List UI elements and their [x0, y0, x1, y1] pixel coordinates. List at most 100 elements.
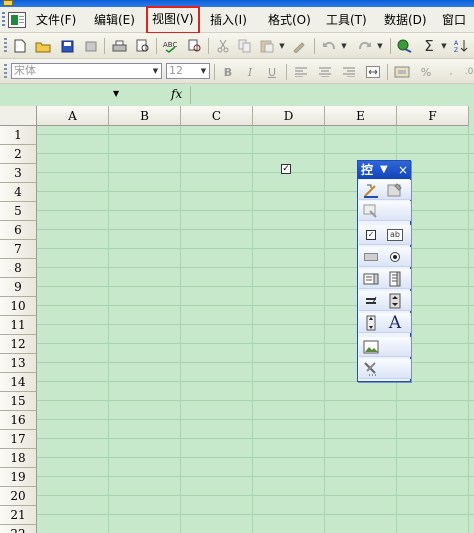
column-header-a[interactable]: A [37, 106, 109, 126]
insert-function-icon[interactable]: fx [171, 87, 182, 101]
column-header-d[interactable]: D [253, 106, 325, 126]
permission-icon[interactable] [82, 37, 100, 55]
menu-format[interactable]: 格式(O) [268, 11, 311, 29]
design-mode-icon[interactable] [362, 181, 380, 199]
font-size-combo[interactable]: 12 ▼ [166, 63, 210, 79]
row-header-1[interactable]: 1 [0, 126, 37, 145]
combo-box-control-icon[interactable] [386, 270, 404, 288]
row-header-17[interactable]: 17 [0, 430, 37, 449]
row-header-16[interactable]: 16 [0, 411, 37, 430]
format-painter-icon[interactable] [290, 37, 308, 55]
menu-insert[interactable]: 插入(I) [210, 11, 247, 29]
option-button-control-icon[interactable] [386, 248, 404, 266]
row-header-7[interactable]: 7 [0, 240, 37, 259]
print-icon[interactable] [110, 37, 128, 55]
properties-icon[interactable] [386, 181, 404, 199]
menu-grip-handle[interactable] [2, 12, 5, 28]
redo-dropdown-icon[interactable]: ▼ [376, 37, 384, 55]
view-code-icon[interactable] [362, 202, 380, 220]
row-header-3[interactable]: 3 [0, 164, 37, 183]
redo-icon[interactable] [356, 37, 374, 55]
align-right-icon[interactable] [340, 63, 358, 81]
save-disk-icon[interactable] [58, 37, 76, 55]
currency-format-icon[interactable] [393, 63, 411, 81]
underline-button[interactable]: U [263, 63, 281, 81]
italic-button[interactable]: I [241, 63, 259, 81]
row-header-22[interactable]: 22 [0, 525, 37, 533]
open-folder-icon[interactable] [34, 37, 52, 55]
row-header-14[interactable]: 14 [0, 373, 37, 392]
label-control-icon[interactable]: A [386, 313, 404, 333]
research-icon[interactable] [186, 37, 204, 55]
bold-button[interactable]: B [219, 63, 237, 81]
select-all-corner[interactable] [0, 106, 37, 126]
form-checkbox-d3[interactable]: ✓ [281, 164, 291, 174]
row-header-19[interactable]: 19 [0, 468, 37, 487]
copy-icon[interactable] [236, 37, 254, 55]
row-header-13[interactable]: 13 [0, 354, 37, 373]
command-button-control-icon[interactable] [362, 248, 380, 266]
autosum-dropdown-icon[interactable]: ▼ [440, 37, 448, 55]
menu-tools[interactable]: 工具(T) [326, 11, 367, 29]
controls-toolbar-titlebar[interactable]: 控 ▼ × [358, 161, 410, 179]
more-controls-icon[interactable] [362, 360, 380, 378]
chevron-down-icon[interactable]: ▼ [150, 64, 161, 78]
row-header-9[interactable]: 9 [0, 278, 37, 297]
hyperlink-globe-icon[interactable] [396, 37, 414, 55]
chevron-down-icon[interactable]: ▼ [113, 89, 119, 98]
align-left-icon[interactable] [292, 63, 310, 81]
checkbox-control-icon[interactable]: ✓ [362, 226, 380, 244]
row-header-6[interactable]: 6 [0, 221, 37, 240]
column-header-f[interactable]: F [397, 106, 469, 126]
row-header-4[interactable]: 4 [0, 183, 37, 202]
row-header-2[interactable]: 2 [0, 145, 37, 164]
row-header-11[interactable]: 11 [0, 316, 37, 335]
autosum-sigma-icon[interactable]: Σ [420, 37, 438, 55]
spelling-check-icon[interactable]: ABC [162, 37, 180, 55]
column-header-b[interactable]: B [109, 106, 181, 126]
spin-button-control-icon[interactable] [386, 292, 404, 310]
toggle-button-control-icon[interactable] [362, 292, 380, 310]
undo-dropdown-icon[interactable]: ▼ [340, 37, 348, 55]
list-box-control-icon[interactable] [362, 270, 380, 288]
percent-style-button[interactable]: % [417, 63, 435, 81]
paste-dropdown-icon[interactable]: ▼ [278, 37, 286, 55]
toolbar-grip[interactable] [4, 38, 7, 54]
new-document-icon[interactable] [11, 37, 29, 55]
menu-data[interactable]: 数据(D) [384, 11, 427, 29]
print-preview-icon[interactable] [134, 37, 152, 55]
row-header-15[interactable]: 15 [0, 392, 37, 411]
cut-scissors-icon[interactable] [214, 37, 232, 55]
menu-window[interactable]: 窗口 [442, 11, 466, 29]
menu-view[interactable]: 视图(V) [146, 6, 200, 34]
scroll-bar-control-icon[interactable] [362, 314, 380, 332]
chevron-down-icon[interactable]: ▼ [198, 64, 209, 78]
menu-edit[interactable]: 编辑(E) [94, 11, 135, 29]
column-header-e[interactable]: E [325, 106, 397, 126]
row-header-12[interactable]: 12 [0, 335, 37, 354]
workbook-icon[interactable] [8, 12, 26, 28]
image-control-icon[interactable] [362, 338, 380, 356]
menu-file[interactable]: 文件(F) [36, 11, 76, 29]
row-header-21[interactable]: 21 [0, 506, 37, 525]
row-header-8[interactable]: 8 [0, 259, 37, 278]
textbox-control-icon[interactable]: ab [386, 226, 404, 244]
toolbar-grip[interactable] [4, 64, 7, 80]
paste-icon[interactable] [258, 37, 276, 55]
column-header-c[interactable]: C [181, 106, 253, 126]
increase-decimal-icon[interactable]: .0 [460, 63, 474, 81]
merge-center-icon[interactable] [364, 63, 382, 81]
name-box[interactable]: ▼ [0, 86, 130, 104]
font-name-combo[interactable]: 宋体 ▼ [11, 63, 162, 79]
formula-input[interactable] [190, 86, 474, 104]
close-icon[interactable]: × [398, 161, 408, 179]
chevron-down-icon[interactable]: ▼ [380, 161, 388, 179]
row-header-10[interactable]: 10 [0, 297, 37, 316]
align-center-icon[interactable] [316, 63, 334, 81]
sort-ascending-icon[interactable]: AZ [452, 37, 470, 55]
row-header-20[interactable]: 20 [0, 487, 37, 506]
comma-style-icon[interactable]: , [442, 63, 460, 81]
row-header-5[interactable]: 5 [0, 202, 37, 221]
undo-icon[interactable] [320, 37, 338, 55]
row-header-18[interactable]: 18 [0, 449, 37, 468]
